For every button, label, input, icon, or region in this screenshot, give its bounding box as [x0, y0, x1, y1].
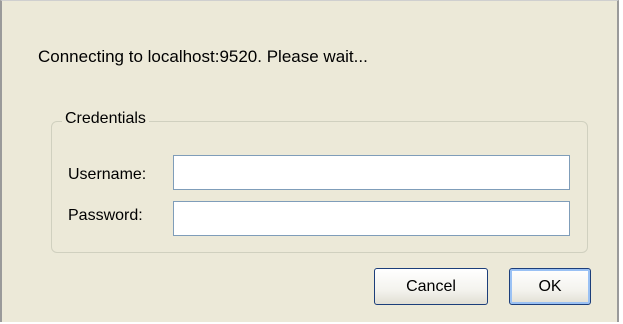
username-label: Username:: [68, 166, 147, 183]
username-input[interactable]: [173, 155, 570, 190]
password-input[interactable]: [173, 201, 570, 236]
credentials-legend: Credentials: [62, 110, 149, 128]
cancel-button[interactable]: Cancel: [374, 268, 488, 305]
connecting-message: Connecting to localhost:9520. Please wai…: [38, 47, 368, 66]
credentials-group: Credentials Username: Password:: [51, 110, 588, 253]
ok-button[interactable]: OK: [509, 268, 591, 305]
connection-dialog: Connecting to localhost:9520. Please wai…: [0, 0, 619, 322]
password-label: Password:: [68, 207, 143, 224]
